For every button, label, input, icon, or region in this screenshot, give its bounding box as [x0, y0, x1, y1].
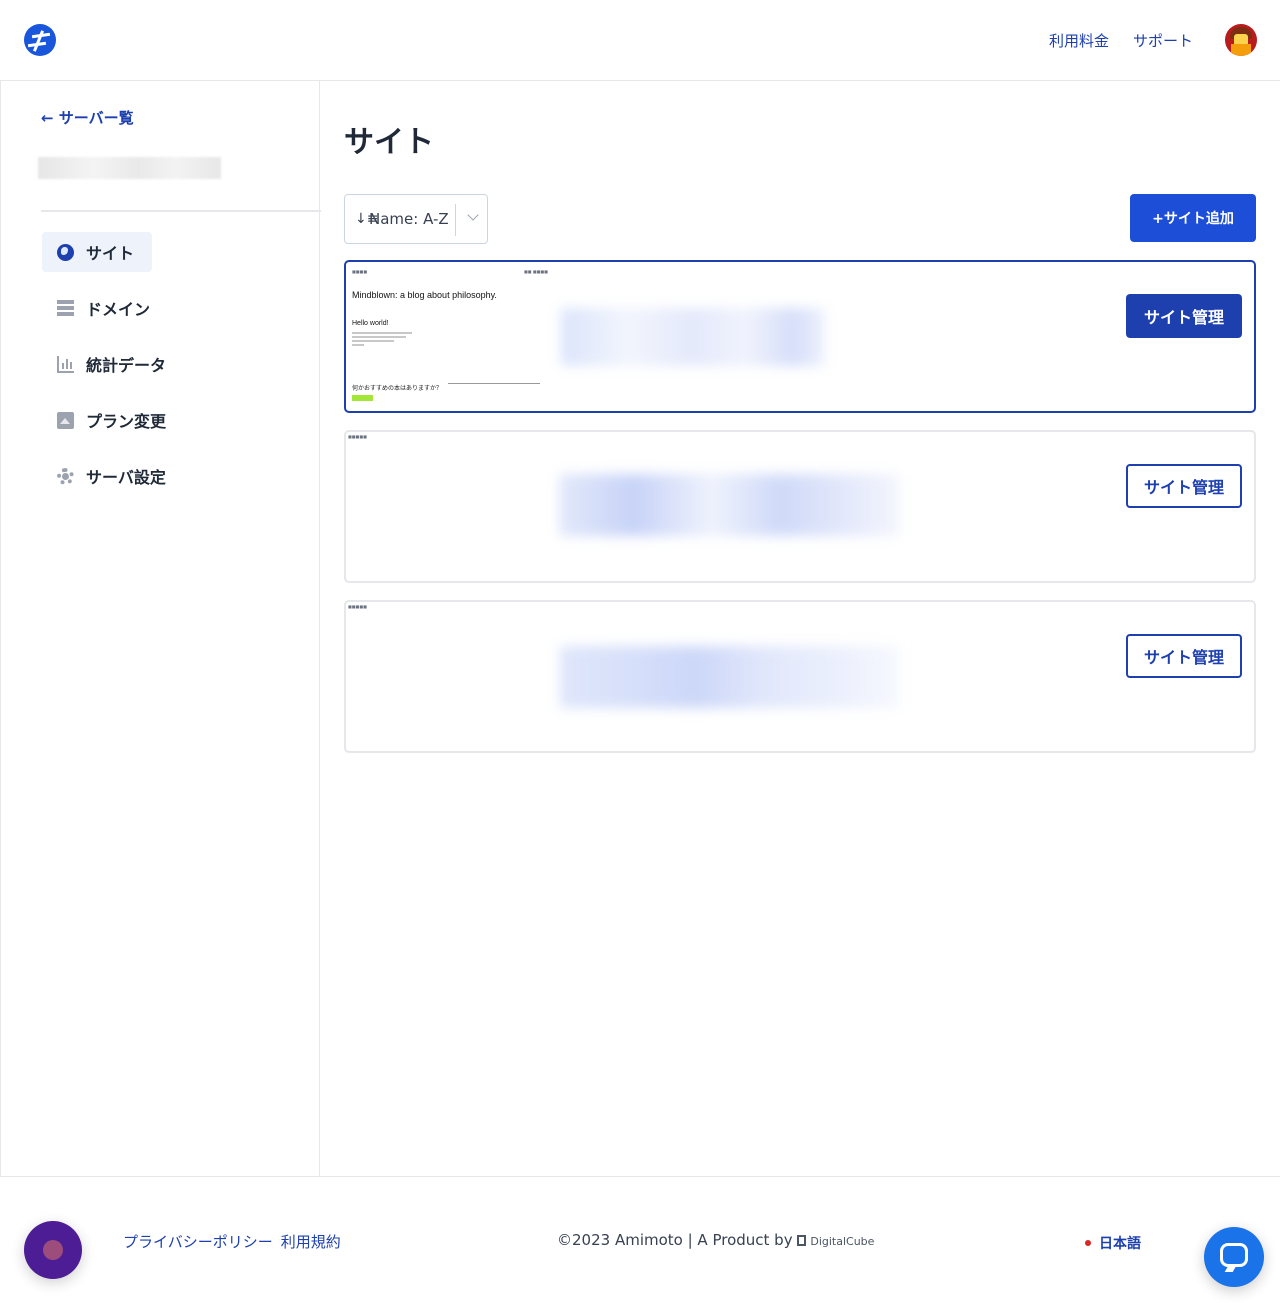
sort-selected-value: Name: A-Z	[369, 210, 449, 228]
sidebar: ← サーバー覧 サイト ドメイン 統計データ プラン変更 サーバ設定	[0, 81, 321, 1176]
preview-post-excerpt	[352, 332, 412, 348]
company-name[interactable]: DigitalCube	[810, 1235, 874, 1248]
sidebar-item-label: サイト	[86, 244, 135, 263]
preview-rule	[448, 383, 540, 384]
manage-site-button[interactable]: サイト管理	[1126, 464, 1242, 508]
footer-links: プライバシーポリシー 利用規約	[123, 1231, 341, 1252]
digitalcube-logo-icon	[796, 1235, 806, 1246]
back-to-servers-link[interactable]: ← サーバー覧	[41, 107, 134, 128]
preview-site-name: ■■■■	[352, 269, 368, 274]
site-url-redacted	[560, 646, 899, 708]
site-card[interactable]: ■■■■■ サイト管理	[344, 600, 1256, 753]
site-url-redacted	[559, 474, 899, 536]
assistant-bubble-icon[interactable]	[24, 1221, 82, 1279]
top-header: 利用料金 サポート	[0, 0, 1280, 81]
language-dot-icon	[1085, 1240, 1091, 1246]
copyright-text: ©2023 Amimoto | A Product by	[557, 1231, 793, 1249]
sidebar-item-label: ドメイン	[86, 300, 151, 319]
sort-select[interactable]: ↓≡ Name: A-Z	[344, 194, 488, 244]
sidebar-item-label: サーバ設定	[86, 468, 166, 487]
sidebar-divider	[41, 210, 321, 212]
sidebar-item-label: プラン変更	[86, 412, 167, 431]
copyright: ©2023 Amimoto | A Product by DigitalCube	[557, 1231, 874, 1249]
sidebar-item-stats[interactable]: 統計データ	[42, 344, 184, 384]
globe-icon	[57, 243, 74, 261]
chat-icon	[1220, 1243, 1248, 1267]
site-card[interactable]: ■■■■■ サイト管理	[344, 430, 1256, 583]
sidebar-item-label: 統計データ	[86, 356, 167, 375]
site-card[interactable]: ■■■■ ■■ ■■■■ Mindblown: a blog about phi…	[344, 260, 1256, 413]
sidebar-item-server-settings[interactable]: サーバ設定	[42, 456, 184, 496]
page-title: サイト	[344, 125, 434, 160]
gear-icon	[57, 467, 74, 485]
preview-site-name: ■■■■■	[348, 604, 367, 609]
terms-link[interactable]: 利用規約	[281, 1231, 341, 1252]
chat-button[interactable]	[1204, 1227, 1264, 1287]
preview-nav: ■■ ■■■■	[524, 269, 548, 274]
sidebar-item-plan[interactable]: プラン変更	[42, 400, 184, 440]
preview-green-button	[352, 395, 373, 401]
select-separator	[455, 204, 456, 236]
pricing-link[interactable]: 利用料金	[1049, 30, 1109, 51]
language-selector[interactable]: 日本語	[1085, 1233, 1141, 1253]
manage-site-button[interactable]: サイト管理	[1126, 634, 1242, 678]
bar-chart-icon	[57, 355, 74, 373]
user-avatar-icon[interactable]	[1225, 24, 1257, 56]
sidebar-item-domains[interactable]: ドメイン	[42, 288, 168, 328]
preview-site-name: ■■■■■	[348, 434, 367, 439]
site-url-redacted	[561, 308, 825, 366]
chevron-down-icon[interactable]	[465, 208, 481, 224]
add-site-button[interactable]: +サイト追加	[1130, 194, 1256, 242]
support-link[interactable]: サポート	[1133, 30, 1193, 51]
preview-post-title: Hello world!	[352, 320, 389, 327]
server-icon	[57, 299, 74, 317]
manage-site-button[interactable]: サイト管理	[1126, 294, 1242, 338]
language-label: 日本語	[1099, 1236, 1141, 1252]
amimoto-logo-icon[interactable]	[24, 24, 56, 56]
server-name-redacted	[38, 157, 221, 179]
privacy-policy-link[interactable]: プライバシーポリシー	[123, 1231, 273, 1252]
top-nav: 利用料金 サポート	[1049, 30, 1193, 51]
image-icon	[57, 411, 74, 429]
footer: プライバシーポリシー 利用規約 ©2023 Amimoto | A Produc…	[0, 1176, 1280, 1303]
preview-question: 何かおすすめの本はありますか？	[352, 386, 443, 392]
preview-blog-title: Mindblown: a blog about philosophy.	[352, 290, 497, 300]
sidebar-item-sites[interactable]: サイト	[42, 232, 153, 272]
